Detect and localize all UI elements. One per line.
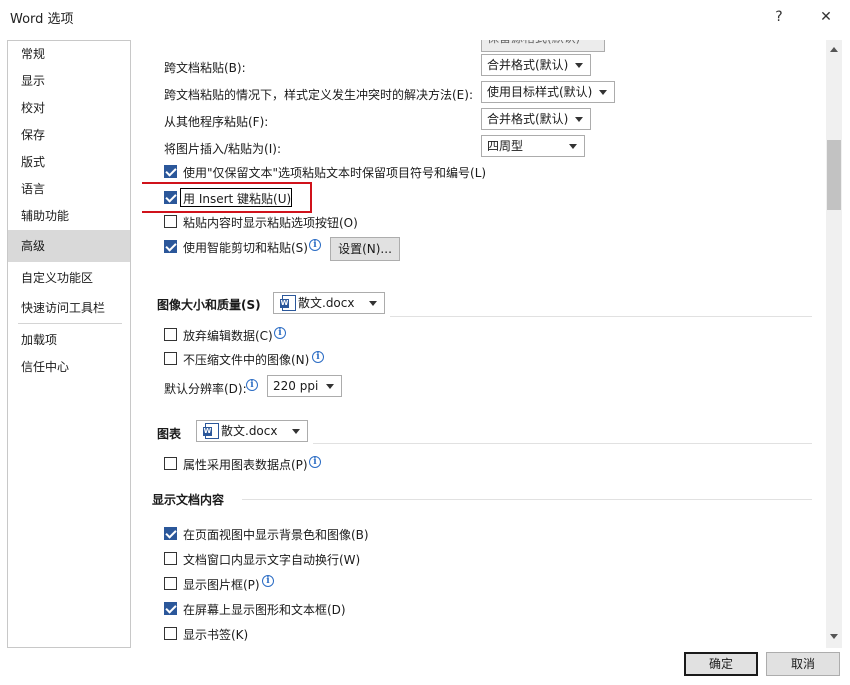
sidebar-item-display[interactable]: 显示 <box>8 68 130 94</box>
cross-doc-paste-value: 合并格式(默认) <box>487 58 569 72</box>
sidebar-item-layout[interactable]: 版式 <box>8 149 130 175</box>
keep-bullets-label: 使用"仅保留文本"选项粘贴文本时保留项目符号和编号(L) <box>183 166 487 180</box>
default-resolution-value: 220 ppi <box>273 379 319 393</box>
chevron-down-icon <box>292 429 300 434</box>
sidebar-item-trust-center[interactable]: 信任中心 <box>8 354 130 380</box>
other-program-paste-value: 合并格式(默认) <box>487 112 569 126</box>
word-doc-icon <box>203 423 219 439</box>
sidebar-item-proofing[interactable]: 校对 <box>8 95 130 121</box>
info-icon: i <box>309 456 321 468</box>
word-doc-icon <box>280 295 296 311</box>
arrow-up-icon <box>830 47 838 52</box>
chevron-down-icon <box>575 63 583 68</box>
section-divider <box>390 316 812 317</box>
wrap-text-checkbox[interactable] <box>164 552 177 565</box>
sidebar-item-advanced[interactable]: 高级 <box>8 230 130 262</box>
paste-settings-button[interactable]: 设置(N)... <box>330 237 400 261</box>
chart-heading: 图表 <box>157 427 182 441</box>
chevron-down-icon <box>575 117 583 122</box>
show-doc-content-heading: 显示文档内容 <box>152 493 225 507</box>
sidebar-item-quick-access[interactable]: 快速访问工具栏 <box>8 295 130 321</box>
ok-button[interactable]: 确定 <box>684 652 758 676</box>
sidebar-item-general[interactable]: 常规 <box>8 41 130 67</box>
sidebar-item-language[interactable]: 语言 <box>8 176 130 202</box>
chevron-down-icon <box>599 90 607 95</box>
keep-bullets-checkbox[interactable] <box>164 165 177 178</box>
sidebar-item-addins[interactable]: 加载项 <box>8 327 130 353</box>
other-program-paste-label: 从其他程序粘贴(F): <box>164 115 269 129</box>
show-bookmarks-checkbox[interactable] <box>164 627 177 640</box>
image-paste-label: 将图片插入/粘贴为(I): <box>164 142 281 156</box>
show-background-checkbox[interactable] <box>164 527 177 540</box>
chevron-down-icon <box>326 384 334 389</box>
chart-props-checkbox[interactable] <box>164 457 177 470</box>
smart-cut-paste-label: 使用智能剪切和粘贴(S) <box>183 241 308 255</box>
wrap-text-label: 文档窗口内显示文字自动换行(W) <box>183 553 361 567</box>
info-icon: i <box>309 239 321 251</box>
cancel-button[interactable]: 取消 <box>766 652 840 676</box>
info-icon: i <box>262 575 274 587</box>
picture-placeholder-checkbox[interactable] <box>164 577 177 590</box>
sidebar-item-accessibility[interactable]: 辅助功能 <box>8 203 130 229</box>
show-drawings-label: 在屏幕上显示图形和文本框(D) <box>183 603 346 617</box>
help-icon[interactable]: ? <box>767 6 791 28</box>
window-title: Word 选项 <box>10 12 74 27</box>
show-paste-options-label: 粘贴内容时显示粘贴选项按钮(O) <box>183 216 358 230</box>
advanced-options-panel: 保留源格式(默认) 跨文档粘贴(B): 合并格式(默认) 跨文档粘贴的情况下，样… <box>142 40 826 648</box>
insert-key-paste-checkbox[interactable] <box>164 191 177 204</box>
chart-doc-value: 散文.docx <box>221 424 278 438</box>
show-drawings-checkbox[interactable] <box>164 602 177 615</box>
arrow-down-icon <box>830 634 838 639</box>
chevron-down-icon <box>369 301 377 306</box>
section-divider <box>313 443 812 444</box>
info-icon: i <box>312 351 324 363</box>
show-bookmarks-label: 显示书签(K) <box>183 628 249 642</box>
sidebar-item-save[interactable]: 保存 <box>8 122 130 148</box>
other-program-paste-dropdown[interactable]: 合并格式(默认) <box>481 108 591 130</box>
discard-edit-data-checkbox[interactable] <box>164 328 177 341</box>
chart-doc-dropdown[interactable]: 散文.docx <box>196 420 308 442</box>
no-compress-images-checkbox[interactable] <box>164 352 177 365</box>
style-conflict-value: 使用目标样式(默认) <box>487 85 593 99</box>
section-divider <box>242 499 812 500</box>
default-resolution-label: 默认分辨率(D): <box>164 382 247 396</box>
image-paste-dropdown[interactable]: 四周型 <box>481 135 585 157</box>
info-icon: i <box>246 379 258 391</box>
sidebar-item-customize-ribbon[interactable]: 自定义功能区 <box>8 265 130 291</box>
chevron-down-icon <box>569 144 577 149</box>
scrollbar-thumb[interactable] <box>827 140 841 210</box>
options-scrollbar[interactable] <box>826 40 842 648</box>
no-compress-images-label: 不压缩文件中的图像(N) <box>183 353 310 367</box>
image-paste-value: 四周型 <box>487 139 524 153</box>
scroll-up-button[interactable] <box>826 42 842 58</box>
same-doc-paste-dropdown[interactable]: 保留源格式(默认) <box>481 40 605 52</box>
image-quality-doc-dropdown[interactable]: 散文.docx <box>273 292 385 314</box>
discard-edit-data-label: 放弃编辑数据(C) <box>183 329 273 343</box>
style-conflict-label: 跨文档粘贴的情况下，样式定义发生冲突时的解决方法(E): <box>164 88 473 102</box>
scroll-down-button[interactable] <box>826 628 842 644</box>
image-quality-heading: 图像大小和质量(S) <box>157 298 261 312</box>
insert-key-paste-label: 用 Insert 键粘贴(U) <box>183 192 292 206</box>
smart-cut-paste-checkbox[interactable] <box>164 240 177 253</box>
sidebar-divider <box>18 323 122 324</box>
style-conflict-dropdown[interactable]: 使用目标样式(默认) <box>481 81 615 103</box>
title-bar: Word 选项 ? ✕ <box>0 0 850 34</box>
cross-doc-paste-label: 跨文档粘贴(B): <box>164 61 246 75</box>
show-paste-options-checkbox[interactable] <box>164 215 177 228</box>
info-icon: i <box>274 327 286 339</box>
image-quality-doc-value: 散文.docx <box>298 296 355 310</box>
cross-doc-paste-dropdown[interactable]: 合并格式(默认) <box>481 54 591 76</box>
show-background-label: 在页面视图中显示背景色和图像(B) <box>183 528 369 542</box>
picture-placeholder-label: 显示图片框(P) <box>183 578 260 592</box>
options-sidebar: 常规 显示 校对 保存 版式 语言 辅助功能 高级 自定义功能区 快速访问工具栏… <box>7 40 131 648</box>
default-resolution-dropdown[interactable]: 220 ppi <box>267 375 342 397</box>
chart-props-label: 属性采用图表数据点(P) <box>183 458 308 472</box>
close-icon[interactable]: ✕ <box>814 6 838 28</box>
